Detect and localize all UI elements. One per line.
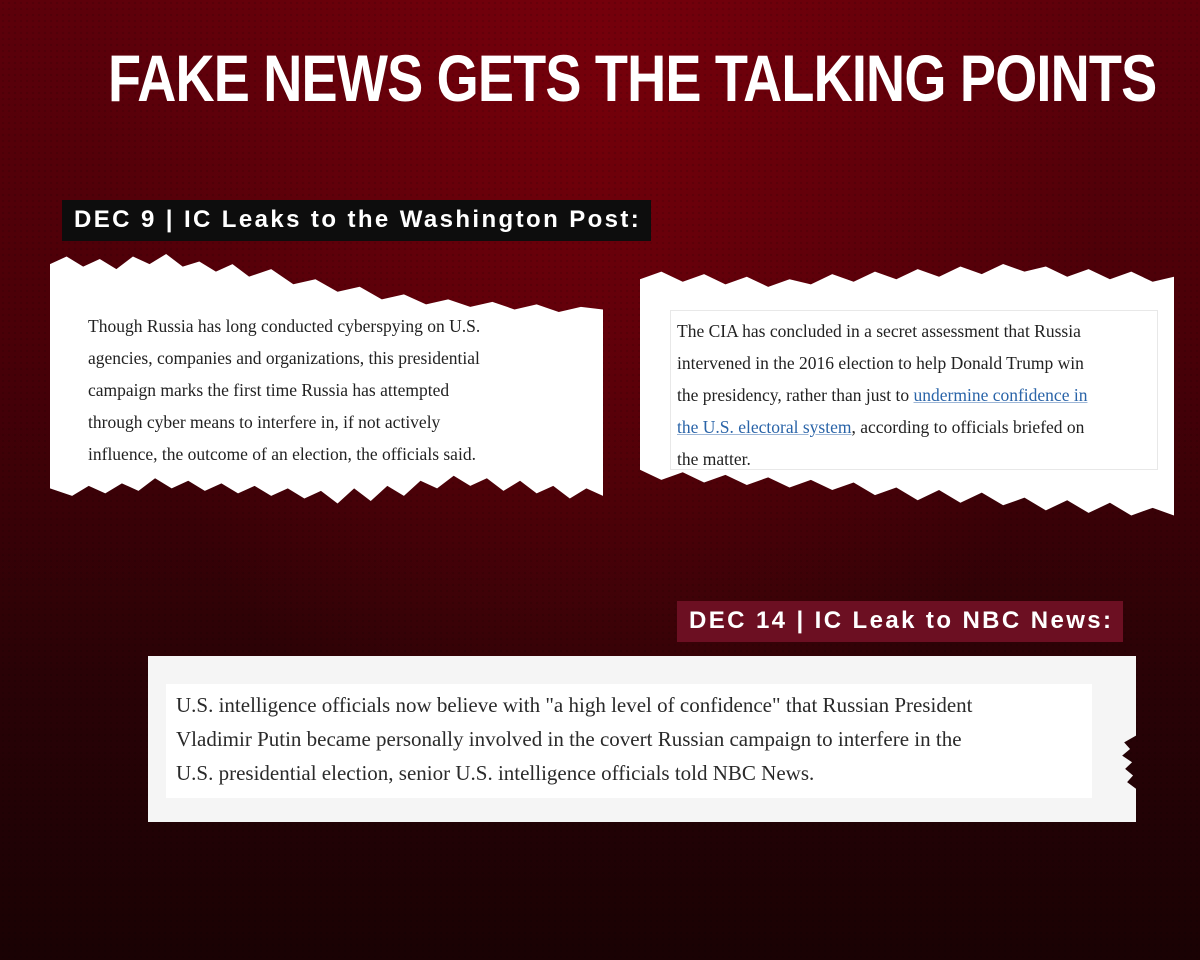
clipping-line: U.S. presidential election, senior U.S. … [176,761,815,785]
clipping-paragraph: Though Russia has long conducted cybersp… [88,310,569,470]
clipping-washington-post-right: The CIA has concluded in a secret assess… [640,264,1174,516]
clipping-line: The CIA has concluded in a secret assess… [677,321,1081,341]
clipping-line: the matter. [677,449,751,469]
clipping-paragraph: The CIA has concluded in a secret assess… [677,315,1149,475]
clipping-text: , according to officials briefed on [851,417,1085,437]
clipping-line: the presidency, rather than just to unde… [677,379,1149,411]
clipping-line: through cyber means to interfere in, if … [88,412,441,432]
clipping-line: Though Russia has long conducted cybersp… [88,316,481,336]
clipping-line: the U.S. electoral system, according to … [677,411,1149,443]
clipping-line: campaign marks the first time Russia has… [88,380,450,400]
clipping-paragraph: U.S. intelligence officials now believe … [176,688,1082,790]
clipping-text: the presidency, rather than just to [677,385,914,405]
clipping-nbc-news: U.S. intelligence officials now believe … [148,656,1136,822]
clipping-text-box: U.S. intelligence officials now believe … [166,684,1092,798]
tag-washington-post: DEC 9 | IC Leaks to the Washington Post: [62,200,652,241]
clipping-washington-post-left: Though Russia has long conducted cybersp… [50,254,603,504]
clipping-text-box: Though Russia has long conducted cybersp… [88,310,569,470]
tag-nbc-news: DEC 14 | IC Leak to NBC News: [677,601,1124,642]
clipping-line: U.S. intelligence officials now believe … [176,693,973,717]
clipping-text-box: The CIA has concluded in a secret assess… [670,310,1158,470]
electoral-system-link[interactable]: the U.S. electoral system [677,417,851,437]
clipping-line: agencies, companies and organizations, t… [88,348,480,368]
undermine-confidence-link[interactable]: undermine confidence in [914,385,1088,405]
clipping-line: influence, the outcome of an election, t… [88,444,476,464]
clipping-line: Vladimir Putin became personally involve… [176,727,962,751]
clipping-line: intervened in the 2016 election to help … [677,353,1084,373]
headline: FAKE NEWS GETS THE TALKING POINTS [108,41,1157,115]
